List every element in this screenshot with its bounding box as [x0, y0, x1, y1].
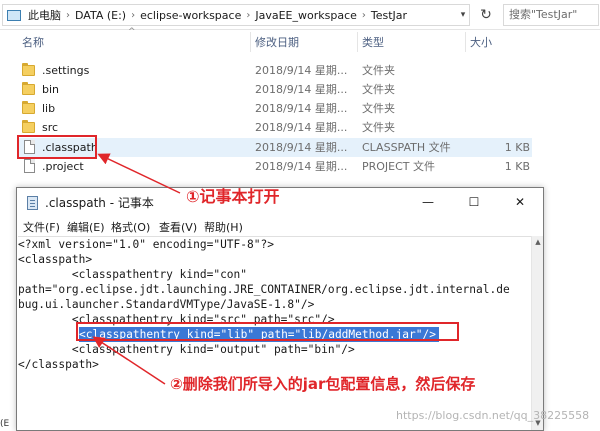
column-header-name[interactable]: 名称 [22, 32, 44, 54]
highlight-box-jar-entry [76, 322, 459, 341]
file-size: 1 KB [504, 160, 530, 173]
folder-icon [22, 82, 35, 95]
address-bar[interactable]: 此电脑 › DATA (E:) › eclipse-workspace › Ja… [2, 4, 470, 26]
address-dropdown-icon[interactable]: ▾ [455, 4, 471, 26]
file-size: 1 KB [504, 141, 530, 154]
file-type: 文件夹 [362, 121, 395, 134]
breadcrumb-eclipse-workspace[interactable]: eclipse-workspace [137, 9, 244, 22]
menu-view[interactable]: 查看(V) [159, 219, 197, 235]
refresh-icon[interactable]: ↻ [472, 4, 500, 26]
background-window-fragment: (E [0, 419, 10, 429]
maximize-icon[interactable]: ☐ [451, 188, 497, 216]
annotation-step1: ①记事本打开 [186, 187, 280, 206]
file-date: 2018/9/14 星期... [255, 121, 348, 134]
file-icon [24, 159, 35, 173]
file-date: 2018/9/14 星期... [255, 64, 348, 77]
close-icon[interactable]: ✕ [497, 188, 543, 216]
code-line: </classpath> [18, 358, 99, 371]
highlight-box-classpath [17, 135, 97, 159]
file-type: 文件夹 [362, 102, 395, 115]
file-name: .settings [42, 64, 90, 77]
notepad-window: .classpath - 记事本 — ☐ ✕ 文件(F) 编辑(E) 格式(O)… [16, 187, 544, 431]
minimize-icon[interactable]: — [405, 188, 451, 216]
file-date: 2018/9/14 星期... [255, 83, 348, 96]
chevron-right-icon[interactable]: › [360, 10, 368, 21]
column-divider[interactable] [357, 32, 358, 52]
file-size [470, 61, 530, 80]
breadcrumb-this-pc[interactable]: 此电脑 [25, 7, 64, 23]
menu-edit[interactable]: 编辑(E) [67, 219, 105, 235]
column-divider[interactable] [465, 32, 466, 52]
breadcrumb-javaee-workspace[interactable]: JavaEE_workspace [252, 9, 360, 22]
folder-icon [22, 120, 35, 133]
chevron-right-icon[interactable]: › [129, 10, 137, 21]
notepad-icon [27, 196, 38, 210]
column-header-size[interactable]: 大小 [470, 32, 492, 54]
code-line: <classpathentry kind="con" [18, 268, 248, 281]
file-type: 文件夹 [362, 83, 395, 96]
file-type: 文件夹 [362, 64, 395, 77]
code-line: <classpath> [18, 253, 93, 266]
menu-file[interactable]: 文件(F) [23, 219, 60, 235]
code-line: bug.ui.launcher.StandardVMType/JavaSE-1.… [18, 298, 315, 311]
breadcrumb-drive[interactable]: DATA (E:) [72, 9, 129, 22]
file-name: bin [42, 83, 60, 96]
file-type: PROJECT 文件 [362, 160, 436, 173]
column-header-date[interactable]: 修改日期 [255, 32, 299, 54]
file-size [470, 118, 530, 137]
file-date: 2018/9/14 星期... [255, 102, 348, 115]
file-row[interactable]: lib 2018/9/14 星期... 文件夹 [0, 99, 600, 118]
search-input[interactable]: 搜索"TestJar" [503, 4, 599, 26]
chevron-right-icon[interactable]: › [244, 10, 252, 21]
folder-icon [22, 63, 35, 76]
code-line: <?xml version="1.0" encoding="UTF-8"?> [18, 238, 274, 251]
address-row: 此电脑 › DATA (E:) › eclipse-workspace › Ja… [0, 0, 600, 30]
file-date: 2018/9/14 星期... [255, 160, 348, 173]
file-size [470, 80, 530, 99]
this-pc-icon [7, 9, 21, 21]
file-name: lib [42, 102, 56, 115]
menu-format[interactable]: 格式(O) [111, 219, 150, 235]
notepad-titlebar[interactable]: .classpath - 记事本 — ☐ ✕ [17, 188, 543, 216]
file-size [470, 99, 530, 118]
code-line: path="org.eclipse.jdt.launching.JRE_CONT… [18, 283, 510, 296]
notepad-menubar: 文件(F) 编辑(E) 格式(O) 查看(V) 帮助(H) [17, 216, 543, 236]
scroll-up-icon[interactable]: ▲ [532, 236, 544, 248]
file-row[interactable]: .project 2018/9/14 星期... PROJECT 文件 1 KB [0, 157, 600, 176]
file-name: .project [42, 160, 84, 173]
sort-ascending-icon: ^ [128, 27, 136, 37]
file-type: CLASSPATH 文件 [362, 141, 451, 154]
folder-icon [22, 101, 35, 114]
file-row[interactable]: .settings 2018/9/14 星期... 文件夹 [0, 61, 600, 80]
menu-help[interactable]: 帮助(H) [204, 219, 243, 235]
file-row[interactable]: bin 2018/9/14 星期... 文件夹 [0, 80, 600, 99]
code-line: <classpathentry kind="output" path="bin"… [18, 343, 355, 356]
breadcrumb-testjar[interactable]: TestJar [368, 9, 410, 22]
vertical-scrollbar[interactable]: ▲ ▼ [531, 236, 543, 430]
notepad-title: .classpath - 记事本 [45, 196, 154, 210]
column-divider[interactable] [250, 32, 251, 52]
chevron-right-icon[interactable]: › [64, 10, 72, 21]
column-header-type[interactable]: 类型 [362, 32, 384, 54]
watermark: https://blog.csdn.net/qq_38225558 [396, 409, 590, 422]
annotation-step2: ②删除我们所导入的jar包配置信息，然后保存 [170, 375, 476, 393]
file-date: 2018/9/14 星期... [255, 141, 348, 154]
